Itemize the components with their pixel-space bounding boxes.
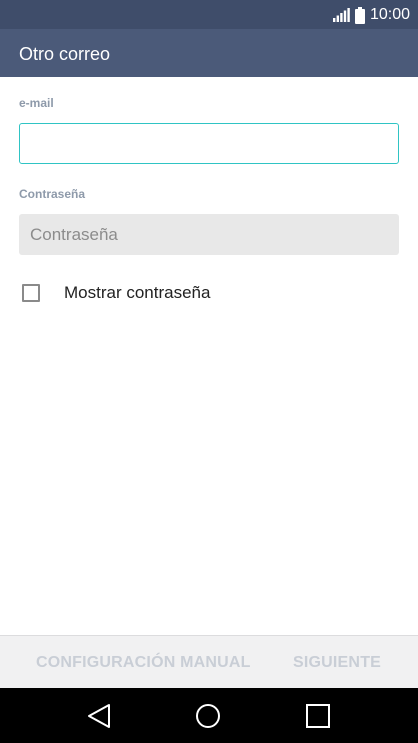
- status-icons: 10:00: [332, 5, 410, 25]
- home-icon: [196, 704, 220, 728]
- back-button[interactable]: [83, 700, 115, 732]
- status-bar: 10:00: [0, 0, 418, 29]
- next-button[interactable]: SIGUIENTE: [293, 654, 381, 672]
- password-label: Contraseña: [19, 187, 86, 201]
- email-field[interactable]: [19, 123, 399, 164]
- navigation-bar: [0, 688, 418, 743]
- email-label: e-mail: [19, 96, 54, 110]
- status-time: 10:00: [369, 6, 410, 23]
- home-button[interactable]: [192, 700, 224, 732]
- show-password-toggle[interactable]: Mostrar contraseña: [22, 282, 210, 304]
- signal-icon: [332, 8, 350, 22]
- battery-icon: [354, 6, 365, 24]
- back-icon: [88, 704, 110, 728]
- recent-apps-button[interactable]: [302, 700, 334, 732]
- recent-apps-icon: [306, 704, 330, 728]
- show-password-checkbox[interactable]: [22, 284, 40, 302]
- password-field[interactable]: [19, 214, 399, 255]
- action-bar: CONFIGURACIÓN MANUAL SIGUIENTE: [0, 635, 418, 688]
- page-title: Otro correo: [19, 44, 111, 64]
- manual-config-button[interactable]: CONFIGURACIÓN MANUAL: [36, 654, 251, 672]
- app-bar: Otro correo: [0, 29, 418, 77]
- show-password-label: Mostrar contraseña: [64, 283, 211, 302]
